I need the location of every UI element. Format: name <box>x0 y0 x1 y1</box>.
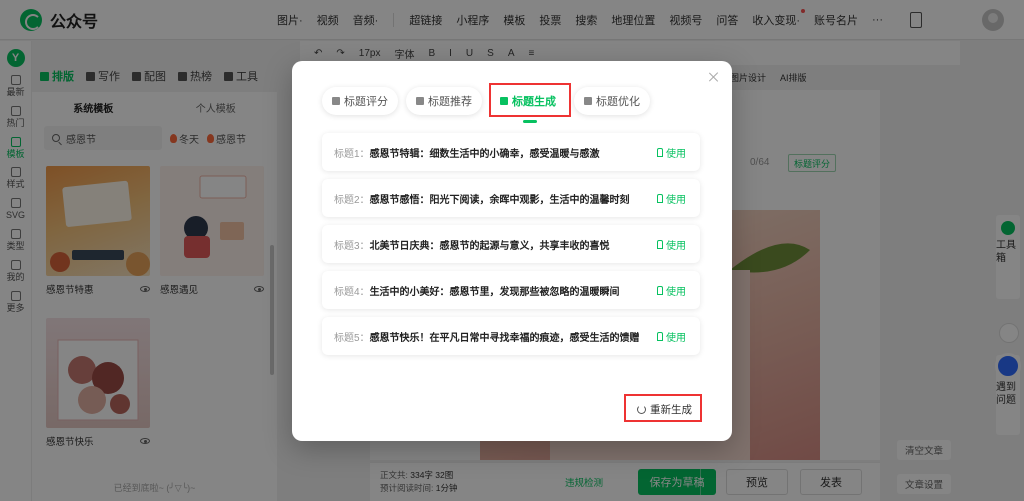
generated-title-list: 标题1： 感恩节特辑：细数生活中的小确幸，感受温暖与感激 使用 标题2： 感恩节… <box>322 133 700 363</box>
title-text: 北美节日庆典：感恩节的起源与意义，共享丰收的喜悦 <box>369 240 610 252</box>
title-index: 标题1： <box>334 148 370 160</box>
generated-title-row: 标题4： 生活中的小美好：感恩节里，发现那些被忽略的温暖瞬间 使用 <box>322 271 700 309</box>
generated-title-row: 标题3： 北美节日庆典：感恩节的起源与意义，共享丰收的喜悦 使用 <box>322 225 700 263</box>
use-title-button[interactable]: 使用 <box>657 145 686 160</box>
generated-title-row: 标题2： 感恩节感悟：阳光下阅读，余晖中观影，生活中的温馨时刻 使用 <box>322 179 700 217</box>
regenerate-button[interactable]: 重新生成 <box>629 399 700 419</box>
generated-title-row: 标题5： 感恩节快乐！在平凡日常中寻找幸福的痕迹，感受生活的馈赠 使用 <box>322 317 700 355</box>
use-label: 使用 <box>666 287 686 298</box>
use-title-button[interactable]: 使用 <box>657 237 686 252</box>
score-icon <box>332 97 340 105</box>
use-title-button[interactable]: 使用 <box>657 283 686 298</box>
title-index: 标题5： <box>334 332 370 344</box>
title-text: 生活中的小美好：感恩节里，发现那些被忽略的温暖瞬间 <box>369 286 620 298</box>
title-text: 感恩节快乐！在平凡日常中寻找幸福的痕迹，感受生活的馈赠 <box>369 332 640 344</box>
active-tab-highlight <box>489 83 571 117</box>
refresh-icon <box>637 404 646 414</box>
use-title-button[interactable]: 使用 <box>657 329 686 344</box>
title-text: 感恩节感悟：阳光下阅读，余晖中观影，生活中的温馨时刻 <box>369 194 630 206</box>
dialog-tabs: 标题评分 标题推荐 标题生成 标题优化 <box>322 87 650 115</box>
title-index: 标题2： <box>334 194 370 206</box>
use-label: 使用 <box>666 149 686 160</box>
title-assistant-dialog: 标题评分 标题推荐 标题生成 标题优化 标题1： 感恩节特辑：细数生活中的小确幸… <box>292 61 732 441</box>
tab-title-optimize[interactable]: 标题优化 <box>574 87 650 115</box>
tab-label: 标题评分 <box>344 96 388 108</box>
title-index: 标题4： <box>334 286 370 298</box>
tab-title-score[interactable]: 标题评分 <box>322 87 398 115</box>
tab-label: 标题优化 <box>596 96 640 108</box>
use-label: 使用 <box>666 333 686 344</box>
use-label: 使用 <box>666 241 686 252</box>
use-title-button[interactable]: 使用 <box>657 191 686 206</box>
recommend-icon <box>416 97 424 105</box>
tab-label: 标题推荐 <box>428 96 472 108</box>
optimize-icon <box>584 97 592 105</box>
close-icon[interactable] <box>708 71 720 83</box>
tab-title-recommend[interactable]: 标题推荐 <box>406 87 482 115</box>
pin-icon <box>657 194 663 203</box>
title-index: 标题3： <box>334 240 370 252</box>
pin-icon <box>657 332 663 341</box>
pin-icon <box>657 286 663 295</box>
generated-title-row: 标题1： 感恩节特辑：细数生活中的小确幸，感受温暖与感激 使用 <box>322 133 700 171</box>
pin-icon <box>657 148 663 157</box>
regenerate-label: 重新生成 <box>650 403 692 416</box>
title-text: 感恩节特辑：细数生活中的小确幸，感受温暖与感激 <box>369 148 600 160</box>
pin-icon <box>657 240 663 249</box>
active-tab-indicator <box>523 120 537 123</box>
use-label: 使用 <box>666 195 686 206</box>
